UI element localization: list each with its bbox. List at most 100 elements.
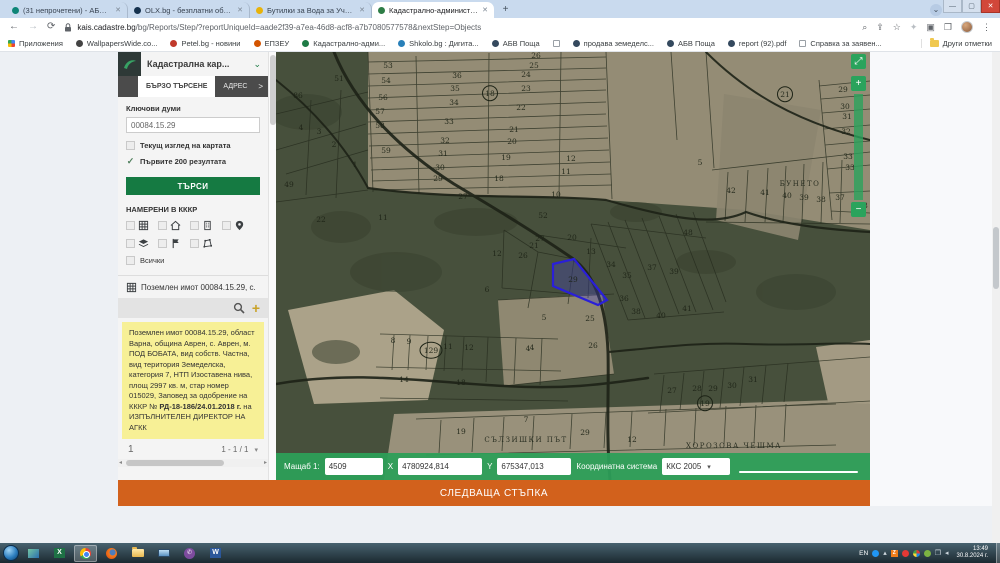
back-icon[interactable]: ← [9,22,19,32]
show-desktop-button[interactable] [996,543,1000,563]
other-bookmarks[interactable]: Други отметки [921,39,992,48]
sidebar-scrollbar[interactable] [268,52,276,480]
page-scroll-thumb[interactable] [993,227,999,289]
filter-buildings[interactable] [158,220,181,231]
bookmark-item[interactable]: Кадастрално-адми... [302,39,385,48]
bookmark-item[interactable]: Справка за заявен... [799,39,881,48]
profile-avatar[interactable] [961,21,973,33]
tab-quick-search[interactable]: БЪРЗО ТЪРСЕНЕ [138,76,215,97]
browser-tab[interactable]: Кадастрално-административни:✕ [372,2,494,18]
tray-z-icon[interactable]: Z [891,550,898,557]
tab-close-icon[interactable]: ✕ [482,6,488,14]
scroll-left-icon[interactable]: ◂ [119,459,122,467]
tab-search-icon[interactable]: ⌄ [930,4,942,16]
language-indicator[interactable]: EN [859,550,868,557]
map-zoom-in-button[interactable]: + [851,76,866,91]
tray-red-icon[interactable] [902,550,909,557]
tab-close-icon[interactable]: ✕ [237,6,243,14]
all-checkbox[interactable] [126,256,135,265]
scale-input[interactable]: 4509 [325,458,383,475]
tab-favicon-icon [134,7,141,14]
bookmark-item[interactable]: Shkolo.bg : Дигита... [398,39,479,48]
horizontal-scrollbar[interactable]: ◂ ▸ [118,459,268,467]
bookmark-item[interactable]: АБВ Поща [667,39,715,48]
y-coordinate-input[interactable]: 675347,013 [497,458,571,475]
new-tab-button[interactable]: + [498,3,513,17]
tray-green-icon[interactable] [924,550,931,557]
filter-parcels[interactable] [126,220,149,231]
bookmark-star-icon[interactable]: ☆ [893,23,901,32]
tabs-overflow-icon[interactable]: > [258,82,263,91]
bookmark-item[interactable] [553,39,560,48]
taskbar-clock[interactable]: 13:49 30.8.2024 г. [953,546,992,561]
tab-close-icon[interactable]: ✕ [359,6,365,14]
tray-help-icon[interactable] [872,550,879,557]
parcel-info-box[interactable]: Поземлен имот 00084.15.29, област Варна,… [122,322,264,439]
browser-tab[interactable]: OLX.bg - безплатни обяви✕ [128,2,250,18]
taskbar-chrome-icon[interactable] [74,545,97,562]
all-row[interactable]: Всички [126,256,260,265]
search-icon[interactable] [233,302,245,314]
tab-close-icon[interactable]: ✕ [115,6,121,14]
panel-chevron-icon[interactable]: ⌄ [253,59,261,70]
result-item[interactable]: Поземлен имот 00084.15.29, с. [126,276,260,298]
browser-tab[interactable]: (31 непрочетени) - АБВ поща✕ [6,2,128,18]
side-panel-icon[interactable]: ❐ [944,23,952,32]
cadastre-map[interactable]: 5354565758593635343332313029272625242322… [276,52,870,480]
minimize-button[interactable]: — [943,0,962,13]
extension-icon[interactable]: ✦ [910,23,918,32]
map-zoom-out-button[interactable]: − [851,202,866,217]
share-icon[interactable]: ⇪ [876,23,884,32]
bookmark-item[interactable]: Petel.bg - новини [170,39,240,48]
menu-kebab-icon[interactable]: ⋮ [982,23,991,32]
current-view-row[interactable]: Текущ изглед на картата [126,141,260,150]
tray-skype-icon[interactable] [913,550,920,557]
hscroll-thumb[interactable] [126,460,224,466]
network-icon[interactable]: ❐ [935,549,941,557]
tab-address[interactable]: АДРЕС [215,76,255,97]
bookmark-item[interactable]: WallpapersWide.co... [76,39,158,48]
first200-row[interactable]: ✓ Първите 200 резултата [126,156,260,167]
bookmark-item[interactable]: АБВ Поща [492,39,540,48]
taskbar-word-icon[interactable]: W [204,545,227,562]
filter-structures[interactable] [190,220,213,231]
scroll-right-icon[interactable]: ▸ [264,459,267,467]
bookmark-item[interactable]: report (92).pdf [728,39,787,48]
current-view-checkbox[interactable] [126,141,135,150]
tray-expand-icon[interactable]: ▴ [883,549,887,557]
filter-zones[interactable] [190,238,213,249]
filter-points[interactable] [222,220,245,231]
maximize-button[interactable]: ▢ [962,0,981,13]
taskbar-firefox-icon[interactable] [100,545,123,562]
next-step-button[interactable]: СЛЕДВАЩА СТЪПКА [118,480,870,506]
zoom-icon[interactable]: ⌕ [862,23,867,32]
taskbar-computer-icon[interactable] [152,545,175,562]
keywords-input[interactable] [126,117,260,133]
crs-select[interactable]: ККС 2005 ▾ [662,458,730,475]
volume-icon[interactable]: ◂ [945,549,949,557]
page-scrollbar[interactable] [992,52,1000,543]
forward-icon[interactable]: → [28,22,38,32]
taskbar-excel-icon[interactable]: X [48,545,71,562]
address-bar[interactable]: kais.cadastre.bg/bg/Reports/Step/?report… [64,23,853,32]
bookmark-item[interactable]: ЕПЗЕУ [254,39,290,48]
taskbar-photo-app-icon[interactable] [22,545,45,562]
start-button[interactable] [3,545,19,561]
scroll-down-icon[interactable]: ▾ [254,446,258,454]
search-button[interactable]: ТЪРСИ [126,177,260,195]
filter-layers[interactable] [126,238,149,249]
bookmark-item[interactable]: Приложения [8,39,63,48]
map-fullscreen-button[interactable]: ⤢ [851,54,866,69]
map-zoom-slider[interactable] [854,94,863,200]
bookmark-item[interactable]: продава земеделс... [573,39,654,48]
add-to-selection-icon[interactable]: + [252,301,260,315]
taskbar-explorer-icon[interactable] [126,545,149,562]
close-button[interactable]: ✕ [981,0,1000,13]
refresh-icon[interactable]: ⟳ [47,22,55,32]
taskbar-viber-icon[interactable]: ✆ [178,545,201,562]
filter-flags[interactable] [158,238,181,249]
extensions-puzzle-icon[interactable]: ▣ [926,23,935,32]
browser-tab[interactable]: Бутилки за Вода за Училище |✕ [250,2,372,18]
app-logo[interactable] [118,52,141,76]
x-coordinate-input[interactable]: 4780924,814 [398,458,482,475]
